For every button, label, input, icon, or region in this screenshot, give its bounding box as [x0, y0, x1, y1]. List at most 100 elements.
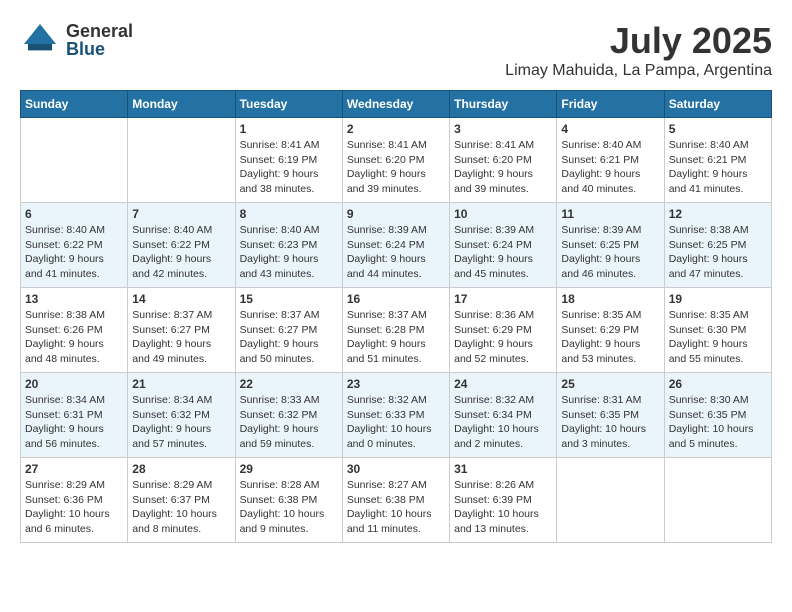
col-thursday: Thursday [450, 91, 557, 118]
table-cell [557, 458, 664, 543]
col-wednesday: Wednesday [342, 91, 449, 118]
day-number: 27 [25, 462, 123, 476]
day-number: 26 [669, 377, 767, 391]
month-title: July 2025 [505, 20, 772, 62]
logo-general-text: General [66, 22, 133, 40]
day-number: 21 [132, 377, 230, 391]
day-number: 10 [454, 207, 552, 221]
day-number: 14 [132, 292, 230, 306]
table-cell: 2Sunrise: 8:41 AMSunset: 6:20 PMDaylight… [342, 118, 449, 203]
day-number: 23 [347, 377, 445, 391]
day-number: 9 [347, 207, 445, 221]
day-info: Sunrise: 8:31 AMSunset: 6:35 PMDaylight:… [561, 393, 659, 452]
table-cell: 13Sunrise: 8:38 AMSunset: 6:26 PMDayligh… [21, 288, 128, 373]
table-cell: 22 Sunrise: 8:33 AMSunset: 6:32 PMDayligh… [235, 373, 342, 458]
table-cell: 10 Sunrise: 8:39 AMSunset: 6:24 PMDayligh… [450, 203, 557, 288]
table-cell: 25 Sunrise: 8:31 AMSunset: 6:35 PMDayligh… [557, 373, 664, 458]
calendar-week-4: 20Sunrise: 8:34 AMSunset: 6:31 PMDayligh… [21, 373, 772, 458]
calendar-week-3: 13Sunrise: 8:38 AMSunset: 6:26 PMDayligh… [21, 288, 772, 373]
day-number: 13 [25, 292, 123, 306]
day-number: 24 [454, 377, 552, 391]
day-info: Sunrise: 8:39 AMSunset: 6:25 PMDaylight:… [561, 223, 659, 282]
day-info: Sunrise: 8:39 AMSunset: 6:24 PMDaylight:… [454, 223, 552, 282]
day-info: Sunrise: 8:32 AMSunset: 6:33 PMDaylight:… [347, 393, 445, 452]
table-cell: 29 Sunrise: 8:28 AMSunset: 6:38 PMDayligh… [235, 458, 342, 543]
logo: General Blue [20, 20, 133, 60]
calendar: Sunday Monday Tuesday Wednesday Thursday… [20, 90, 772, 543]
table-cell: 6 Sunrise: 8:40 AMSunset: 6:22 PMDaylight… [21, 203, 128, 288]
day-number: 17 [454, 292, 552, 306]
table-cell: 14Sunrise: 8:37 AMSunset: 6:27 PMDayligh… [128, 288, 235, 373]
calendar-header-row: Sunday Monday Tuesday Wednesday Thursday… [21, 91, 772, 118]
table-cell: 21Sunrise: 8:34 AMSunset: 6:32 PMDayligh… [128, 373, 235, 458]
day-info: Sunrise: 8:39 AMSunset: 6:24 PMDaylight:… [347, 223, 445, 282]
day-info: Sunrise: 8:38 AMSunset: 6:25 PMDaylight:… [669, 223, 767, 282]
table-cell: 16Sunrise: 8:37 AMSunset: 6:28 PMDayligh… [342, 288, 449, 373]
table-cell: 28 Sunrise: 8:29 AMSunset: 6:37 PMDayligh… [128, 458, 235, 543]
logo-blue-text: Blue [66, 40, 133, 58]
table-cell: 9 Sunrise: 8:39 AMSunset: 6:24 PMDaylight… [342, 203, 449, 288]
col-sunday: Sunday [21, 91, 128, 118]
location-title: Limay Mahuida, La Pampa, Argentina [505, 62, 772, 80]
col-monday: Monday [128, 91, 235, 118]
day-info: Sunrise: 8:33 AMSunset: 6:32 PMDaylight:… [240, 393, 338, 452]
day-info: Sunrise: 8:29 AMSunset: 6:37 PMDaylight:… [132, 478, 230, 537]
table-cell: 18Sunrise: 8:35 AMSunset: 6:29 PMDayligh… [557, 288, 664, 373]
calendar-week-2: 6 Sunrise: 8:40 AMSunset: 6:22 PMDaylight… [21, 203, 772, 288]
table-cell [128, 118, 235, 203]
day-number: 25 [561, 377, 659, 391]
table-cell: 12 Sunrise: 8:38 AMSunset: 6:25 PMDayligh… [664, 203, 771, 288]
table-cell: 8Sunrise: 8:40 AMSunset: 6:23 PMDaylight… [235, 203, 342, 288]
logo-icon [20, 20, 60, 60]
day-number: 31 [454, 462, 552, 476]
day-number: 2 [347, 122, 445, 136]
day-info: Sunrise: 8:27 AMSunset: 6:38 PMDaylight:… [347, 478, 445, 537]
calendar-week-5: 27Sunrise: 8:29 AMSunset: 6:36 PMDayligh… [21, 458, 772, 543]
day-info: Sunrise: 8:35 AMSunset: 6:30 PMDaylight:… [669, 308, 767, 367]
day-info: Sunrise: 8:41 AMSunset: 6:19 PMDaylight:… [240, 138, 338, 197]
table-cell: 15Sunrise: 8:37 AMSunset: 6:27 PMDayligh… [235, 288, 342, 373]
table-cell: 20Sunrise: 8:34 AMSunset: 6:31 PMDayligh… [21, 373, 128, 458]
day-info: Sunrise: 8:28 AMSunset: 6:38 PMDaylight:… [240, 478, 338, 537]
day-info: Sunrise: 8:40 AMSunset: 6:22 PMDaylight:… [25, 223, 123, 282]
col-friday: Friday [557, 91, 664, 118]
table-cell: 5Sunrise: 8:40 AMSunset: 6:21 PMDaylight… [664, 118, 771, 203]
day-number: 1 [240, 122, 338, 136]
day-info: Sunrise: 8:32 AMSunset: 6:34 PMDaylight:… [454, 393, 552, 452]
day-info: Sunrise: 8:40 AMSunset: 6:22 PMDaylight:… [132, 223, 230, 282]
col-tuesday: Tuesday [235, 91, 342, 118]
day-number: 28 [132, 462, 230, 476]
day-info: Sunrise: 8:30 AMSunset: 6:35 PMDaylight:… [669, 393, 767, 452]
table-cell [664, 458, 771, 543]
day-number: 6 [25, 207, 123, 221]
day-info: Sunrise: 8:40 AMSunset: 6:21 PMDaylight:… [669, 138, 767, 197]
title-area: July 2025 Limay Mahuida, La Pampa, Argen… [505, 20, 772, 80]
table-cell [21, 118, 128, 203]
day-number: 19 [669, 292, 767, 306]
day-info: Sunrise: 8:37 AMSunset: 6:28 PMDaylight:… [347, 308, 445, 367]
day-info: Sunrise: 8:26 AMSunset: 6:39 PMDaylight:… [454, 478, 552, 537]
table-cell: 7 Sunrise: 8:40 AMSunset: 6:22 PMDaylight… [128, 203, 235, 288]
day-info: Sunrise: 8:36 AMSunset: 6:29 PMDaylight:… [454, 308, 552, 367]
day-number: 7 [132, 207, 230, 221]
day-number: 15 [240, 292, 338, 306]
table-cell: 1 Sunrise: 8:41 AMSunset: 6:19 PMDaylight… [235, 118, 342, 203]
table-cell: 26 Sunrise: 8:30 AMSunset: 6:35 PMDayligh… [664, 373, 771, 458]
logo-text: General Blue [66, 22, 133, 58]
day-info: Sunrise: 8:40 AMSunset: 6:23 PMDaylight:… [240, 223, 338, 282]
calendar-week-1: 1 Sunrise: 8:41 AMSunset: 6:19 PMDaylight… [21, 118, 772, 203]
table-cell: 30 Sunrise: 8:27 AMSunset: 6:38 PMDayligh… [342, 458, 449, 543]
day-number: 29 [240, 462, 338, 476]
table-cell: 31 Sunrise: 8:26 AMSunset: 6:39 PMDayligh… [450, 458, 557, 543]
table-cell: 24 Sunrise: 8:32 AMSunset: 6:34 PMDayligh… [450, 373, 557, 458]
day-info: Sunrise: 8:34 AMSunset: 6:31 PMDaylight:… [25, 393, 123, 452]
day-number: 12 [669, 207, 767, 221]
day-number: 18 [561, 292, 659, 306]
day-number: 22 [240, 377, 338, 391]
day-info: Sunrise: 8:40 AMSunset: 6:21 PMDaylight:… [561, 138, 659, 197]
day-number: 30 [347, 462, 445, 476]
table-cell: 27Sunrise: 8:29 AMSunset: 6:36 PMDayligh… [21, 458, 128, 543]
table-cell: 4Sunrise: 8:40 AMSunset: 6:21 PMDaylight… [557, 118, 664, 203]
header: General Blue July 2025 Limay Mahuida, La… [20, 20, 772, 80]
col-saturday: Saturday [664, 91, 771, 118]
